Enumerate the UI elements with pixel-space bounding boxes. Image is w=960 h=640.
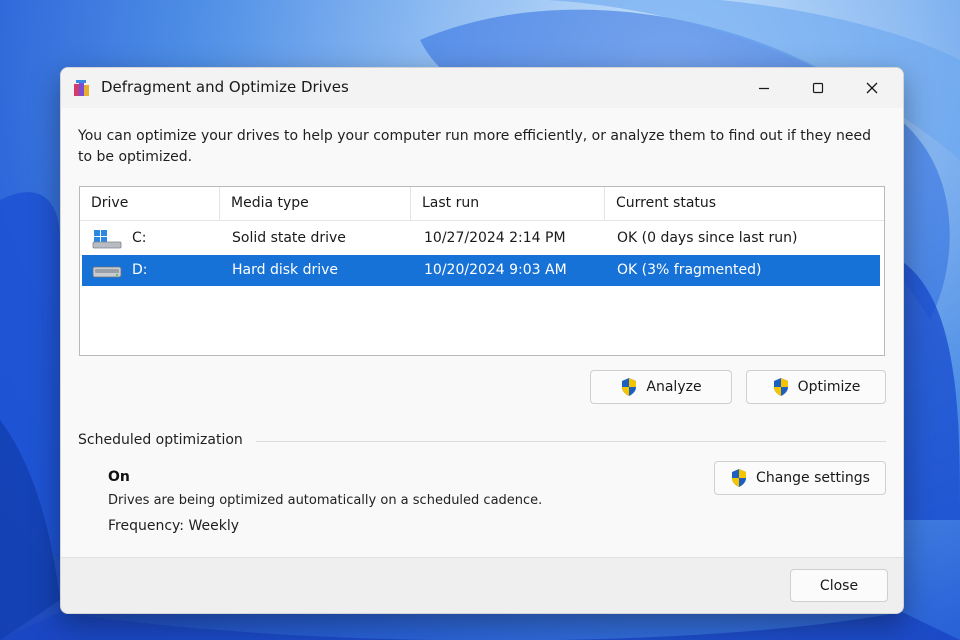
column-header-current-status[interactable]: Current status (605, 187, 884, 220)
change-settings-button[interactable]: Change settings (714, 461, 886, 495)
description-text: You can optimize your drives to help you… (78, 128, 871, 165)
windows-drive-icon (92, 230, 122, 249)
schedule-description: Drives are being optimized automatically… (108, 493, 543, 508)
title-bar[interactable]: Defragment and Optimize Drives (61, 68, 903, 108)
drive-status: OK (0 days since last run) (617, 230, 798, 246)
schedule-frequency: Frequency: Weekly (108, 518, 240, 534)
drive-media-type: Solid state drive (232, 230, 346, 246)
maximize-icon (812, 82, 824, 94)
hard-disk-icon (92, 266, 122, 278)
drive-row-c[interactable]: C: Solid state drive 10/27/2024 2:14 PM … (82, 223, 880, 254)
column-header-last-run[interactable]: Last run (411, 187, 605, 220)
drive-last-run: 10/27/2024 2:14 PM (424, 230, 566, 246)
uac-shield-icon (732, 469, 747, 487)
optimize-label: Optimize (797, 379, 861, 395)
minimize-icon (759, 87, 769, 90)
column-header-media-type[interactable]: Media type (220, 187, 411, 220)
defrag-window: Defragment and Optimize Drives You can o… (60, 67, 904, 614)
uac-shield-icon (622, 378, 637, 396)
minimize-button[interactable] (741, 68, 787, 108)
change-settings-label: Change settings (756, 470, 870, 486)
analyze-button[interactable]: Analyze (590, 370, 732, 404)
drive-media-type: Hard disk drive (232, 262, 339, 278)
section-divider (256, 441, 886, 442)
uac-shield-icon (773, 378, 788, 396)
close-window-button[interactable] (849, 68, 895, 108)
window-title: Defragment and Optimize Drives (101, 78, 349, 96)
schedule-state: On (108, 469, 130, 485)
drive-name: C: (132, 230, 147, 246)
scheduled-optimization-heading: Scheduled optimization (78, 432, 243, 448)
drive-status: OK (3% fragmented) (617, 262, 762, 278)
drive-name: D: (132, 262, 148, 278)
dialog-footer (61, 557, 903, 613)
drive-row-d[interactable]: D: Hard disk drive 10/20/2024 9:03 AM OK… (82, 255, 880, 286)
drive-list: Drive Media type Last run Current status… (79, 186, 885, 356)
maximize-button[interactable] (795, 68, 841, 108)
drive-list-header: Drive Media type Last run Current status (80, 187, 884, 221)
close-button[interactable]: Close (790, 569, 888, 602)
close-icon (866, 82, 878, 94)
optimize-button[interactable]: Optimize (746, 370, 886, 404)
defrag-app-icon (74, 80, 89, 96)
analyze-label: Analyze (646, 379, 702, 395)
drive-last-run: 10/20/2024 9:03 AM (424, 262, 567, 278)
column-header-drive[interactable]: Drive (80, 187, 220, 220)
